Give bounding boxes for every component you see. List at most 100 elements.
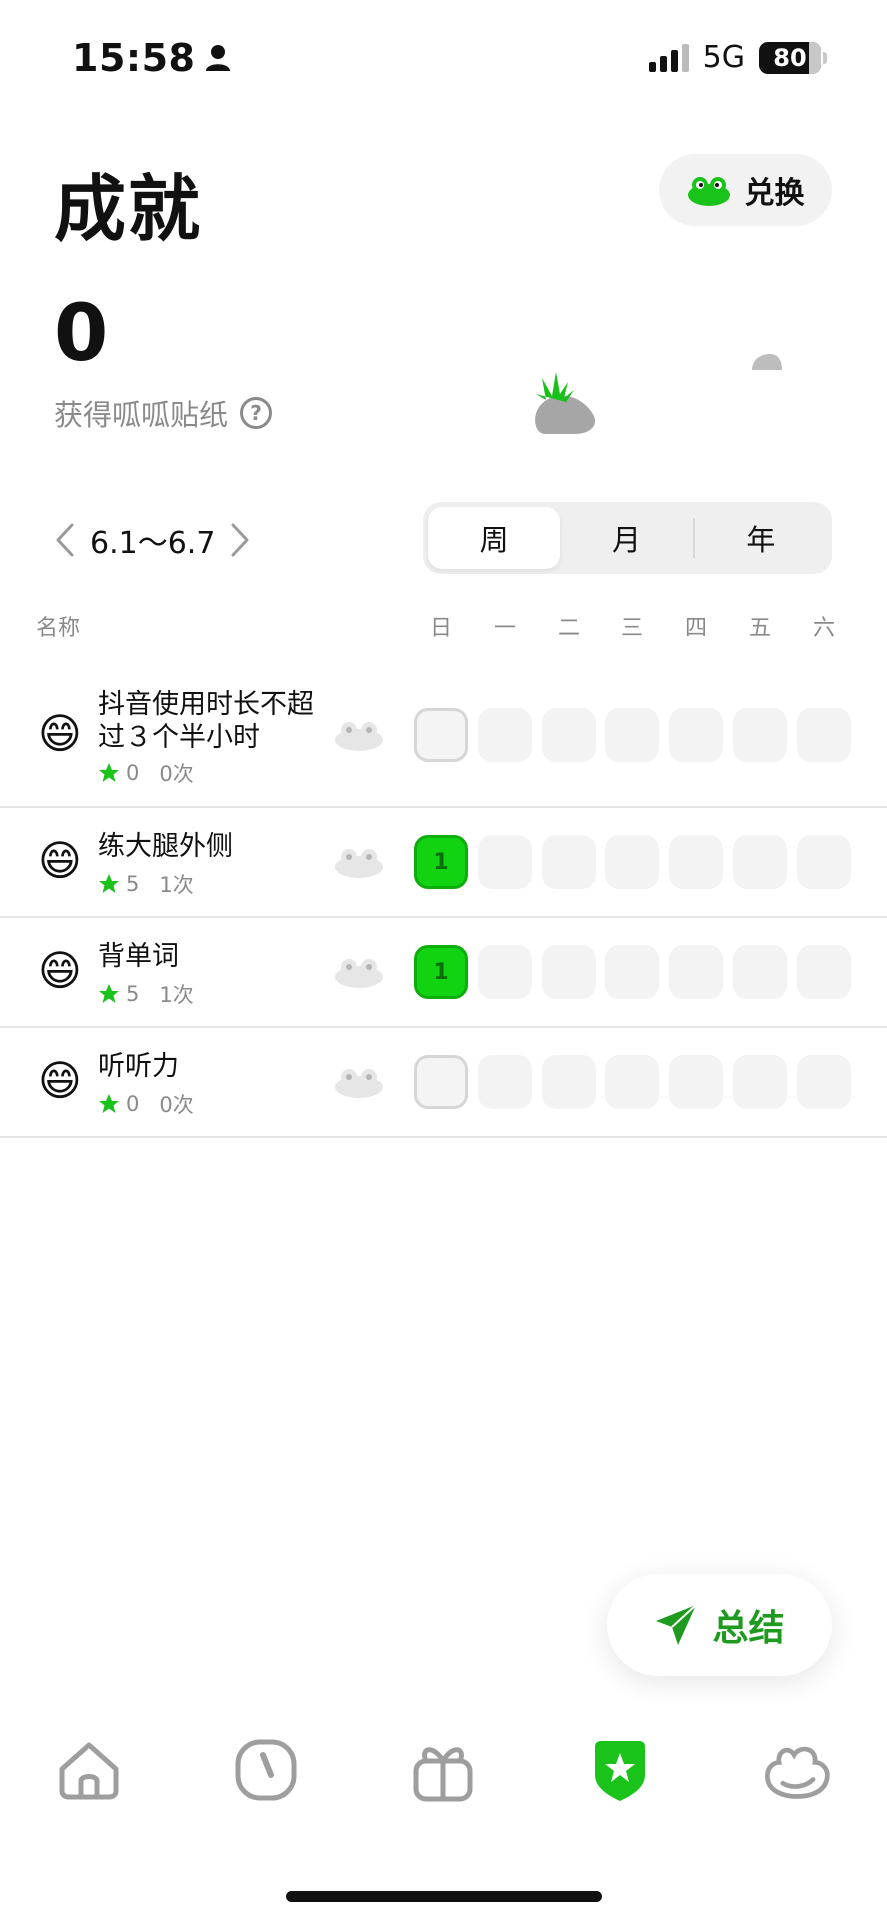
day-cell[interactable]	[478, 1055, 532, 1109]
status-time: 15:58	[72, 36, 231, 80]
day-cell[interactable]	[797, 945, 851, 999]
day-cell[interactable]	[605, 835, 659, 889]
day-cell[interactable]	[542, 1055, 596, 1109]
day-cell[interactable]	[542, 708, 596, 762]
frog-icon	[765, 1746, 830, 1799]
habit-name: 背单词	[98, 941, 179, 972]
habit-times: 1次	[159, 983, 194, 1007]
day-cell[interactable]	[733, 945, 787, 999]
day-cell[interactable]	[605, 708, 659, 762]
sticker-count: 0	[54, 289, 109, 379]
habit-meta: 0 0次	[98, 1089, 194, 1119]
sticker-caption-row: 获得呱呱贴纸 ?	[54, 392, 273, 434]
small-rock-illustration	[752, 354, 782, 370]
page-title: 成就	[54, 167, 203, 251]
day-cell[interactable]	[478, 708, 532, 762]
tab-bar	[0, 1735, 887, 1835]
segment-week[interactable]: 周	[428, 507, 561, 569]
habit-emoji-icon: 😄	[38, 709, 82, 758]
sticker-caption: 获得呱呱贴纸	[54, 398, 229, 432]
exchange-label: 兑换	[744, 176, 805, 211]
status-indicators: 5G 80	[648, 40, 827, 75]
day-cell[interactable]	[414, 708, 468, 762]
tab-achievements[interactable]	[585, 1735, 655, 1805]
habit-meta: 5 1次	[98, 979, 194, 1009]
day-cell[interactable]	[669, 835, 723, 889]
day-cell[interactable]	[478, 945, 532, 999]
tab-gift[interactable]	[408, 1735, 478, 1805]
frog-icon	[687, 177, 730, 206]
habit-stars: 5	[126, 982, 140, 1006]
day-header: 六	[812, 616, 835, 641]
day-cell[interactable]: 1	[414, 945, 468, 999]
achievement-badge-icon	[595, 1741, 645, 1801]
status-time-text: 15:58	[72, 36, 196, 80]
habit-stars: 0	[126, 1092, 140, 1116]
day-cell[interactable]	[605, 1055, 659, 1109]
frog-sticker-icon[interactable]	[333, 845, 385, 883]
habit-name: 练大腿外侧	[98, 831, 233, 862]
habit-meta: 0 0次	[98, 758, 194, 788]
status-bar: 15:58 5G 80	[0, 0, 887, 120]
gift-icon	[413, 1747, 473, 1802]
day-cell[interactable]	[542, 945, 596, 999]
day-header: 四	[684, 616, 707, 641]
habit-name: 听听力	[98, 1051, 179, 1082]
day-cell[interactable]	[797, 1055, 851, 1109]
day-cell[interactable]	[478, 835, 532, 889]
chevron-right-icon[interactable]	[229, 522, 251, 558]
day-cell[interactable]	[797, 708, 851, 762]
habit-stars: 0	[126, 761, 140, 785]
day-cell[interactable]	[669, 945, 723, 999]
network-type: 5G	[702, 40, 745, 75]
name-column-header: 名称	[36, 616, 81, 641]
day-cell[interactable]	[669, 708, 723, 762]
star-icon	[98, 873, 120, 895]
segment-year[interactable]: 年	[695, 507, 827, 569]
day-header: 三	[620, 616, 643, 641]
star-icon	[98, 983, 120, 1005]
frog-sticker-icon[interactable]	[333, 955, 385, 993]
timer-icon	[235, 1739, 297, 1801]
star-icon	[98, 762, 120, 784]
frog-sticker-icon[interactable]	[333, 1065, 385, 1103]
day-cell[interactable]	[542, 835, 596, 889]
habit-emoji-icon: 😄	[38, 836, 82, 885]
day-cell[interactable]	[414, 1055, 468, 1109]
rock-with-grass-illustration	[535, 372, 596, 434]
day-cell[interactable]	[733, 708, 787, 762]
habit-times: 0次	[159, 762, 194, 786]
habit-emoji-icon: 😄	[38, 1056, 82, 1105]
habit-meta: 5 1次	[98, 869, 194, 899]
day-cell[interactable]	[733, 835, 787, 889]
summary-label: 总结	[712, 1608, 785, 1649]
day-cell[interactable]	[733, 1055, 787, 1109]
segment-month[interactable]: 月	[560, 507, 692, 569]
habit-name: 抖音使用时长不超过３个半小时	[98, 689, 314, 753]
day-header: 五	[748, 616, 771, 641]
tab-frog[interactable]	[762, 1735, 832, 1805]
day-cell[interactable]: 1	[414, 835, 468, 889]
send-icon	[656, 1604, 698, 1645]
person-icon	[206, 45, 231, 71]
home-indicator	[286, 1891, 602, 1902]
day-cell[interactable]	[605, 945, 659, 999]
day-cell[interactable]	[669, 1055, 723, 1109]
habit-stars: 5	[126, 872, 140, 896]
star-icon	[98, 1093, 120, 1115]
habit-emoji-icon: 😄	[38, 946, 82, 995]
tab-timer[interactable]	[231, 1735, 301, 1805]
chevron-left-icon[interactable]	[54, 522, 76, 558]
tab-home[interactable]	[54, 1735, 124, 1805]
habit-times: 0次	[159, 1093, 194, 1117]
exchange-button[interactable]: 兑换	[659, 154, 832, 226]
help-icon[interactable]: ?	[240, 397, 273, 429]
battery-icon: 80	[759, 41, 821, 74]
date-range: 6.1～6.7	[90, 526, 216, 561]
frog-sticker-icon[interactable]	[333, 718, 385, 756]
home-icon	[59, 1742, 119, 1800]
day-header: 二	[557, 616, 580, 641]
day-cell[interactable]	[797, 835, 851, 889]
period-segmented-control: 周 月 年	[423, 502, 832, 574]
summary-button[interactable]: 总结	[607, 1574, 832, 1676]
